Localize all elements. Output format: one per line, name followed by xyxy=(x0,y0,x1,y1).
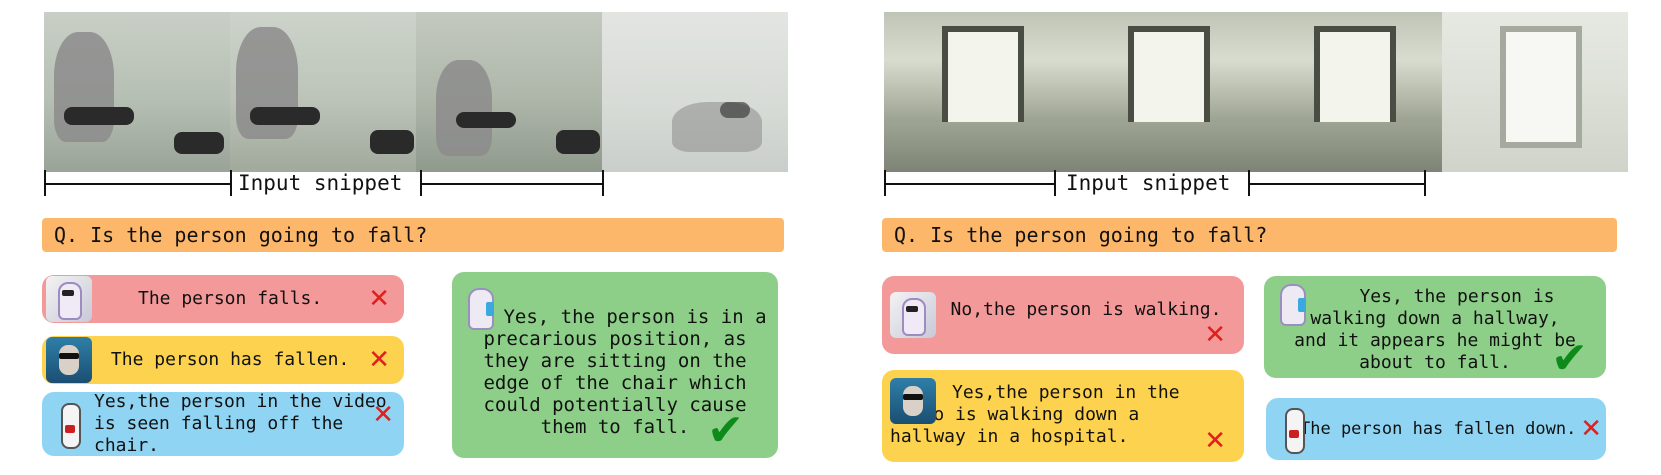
cross-icon: ✕ xyxy=(1580,414,1602,444)
answer-card-correct: Yes, the person is walking down a hallwa… xyxy=(1264,276,1606,384)
answer-text: The person falls. xyxy=(137,288,323,309)
answer-card-wrong: The person falls. ✕ xyxy=(42,275,404,323)
answer-card-wrong: The person has fallen down. ✕ xyxy=(1266,398,1606,460)
video-frame-3 xyxy=(416,12,602,172)
video-frame-4 xyxy=(1442,12,1628,172)
question-bar: Q. Is the person going to fall? xyxy=(42,218,784,252)
input-snippet-timeline: Input snippet xyxy=(44,170,604,198)
video-frame-1 xyxy=(884,12,1070,172)
video-frames xyxy=(884,12,1628,172)
answer-card-wrong: Yes,the person in the video is seen fall… xyxy=(42,391,404,456)
video-frame-4 xyxy=(602,12,788,172)
answer-card-wrong: Yes,the person in the video is walking d… xyxy=(882,370,1244,462)
cross-icon: ✕ xyxy=(368,284,390,314)
answer-text: The person has fallen down. xyxy=(1300,419,1577,439)
input-snippet-label: Input snippet xyxy=(1066,171,1231,195)
video-frame-2 xyxy=(1070,12,1256,172)
answer-text: The person has fallen. xyxy=(110,349,350,370)
llama-sunglasses-icon xyxy=(46,337,92,383)
input-snippet-timeline: Input snippet xyxy=(884,170,1444,198)
answer-card-wrong: The person has fallen. ✕ xyxy=(42,336,404,384)
video-frames xyxy=(44,12,788,172)
answer-card-wrong: No,the person is walking. ✕ xyxy=(882,276,1244,354)
cross-icon: ✕ xyxy=(372,400,394,430)
check-icon: ✔ xyxy=(707,405,744,456)
llama-phone-icon xyxy=(458,284,504,330)
rabbit-icon xyxy=(46,401,92,449)
answer-card-correct: Yes, the person is in a precarious posit… xyxy=(452,272,778,458)
llama-with-film-icon xyxy=(46,276,92,322)
answer-text: No,the person is walking. xyxy=(950,299,1222,320)
cross-icon: ✕ xyxy=(1204,320,1226,350)
cross-icon: ✕ xyxy=(1204,426,1226,456)
llama-with-film-icon xyxy=(890,292,936,338)
right-example-panel: Input snippet Q. Is the person going to … xyxy=(836,0,1636,475)
llama-sunglasses-icon xyxy=(890,378,936,424)
input-snippet-label: Input snippet xyxy=(238,171,403,195)
check-icon: ✔ xyxy=(1551,333,1588,384)
answer-text: Yes,the person in the video is walking d… xyxy=(890,382,1180,447)
left-example-panel: Input snippet Q. Is the person going to … xyxy=(0,0,800,475)
video-frame-1 xyxy=(44,12,230,172)
cross-icon: ✕ xyxy=(368,345,390,375)
video-frame-2 xyxy=(230,12,416,172)
llama-phone-icon xyxy=(1270,280,1316,326)
answer-text: Yes,the person in the video is seen fall… xyxy=(94,391,387,456)
rabbit-icon xyxy=(1270,406,1305,454)
question-bar: Q. Is the person going to fall? xyxy=(882,218,1617,252)
answer-text: Yes, the person is walking down a hallwa… xyxy=(1294,286,1576,373)
video-frame-3 xyxy=(1256,12,1442,172)
